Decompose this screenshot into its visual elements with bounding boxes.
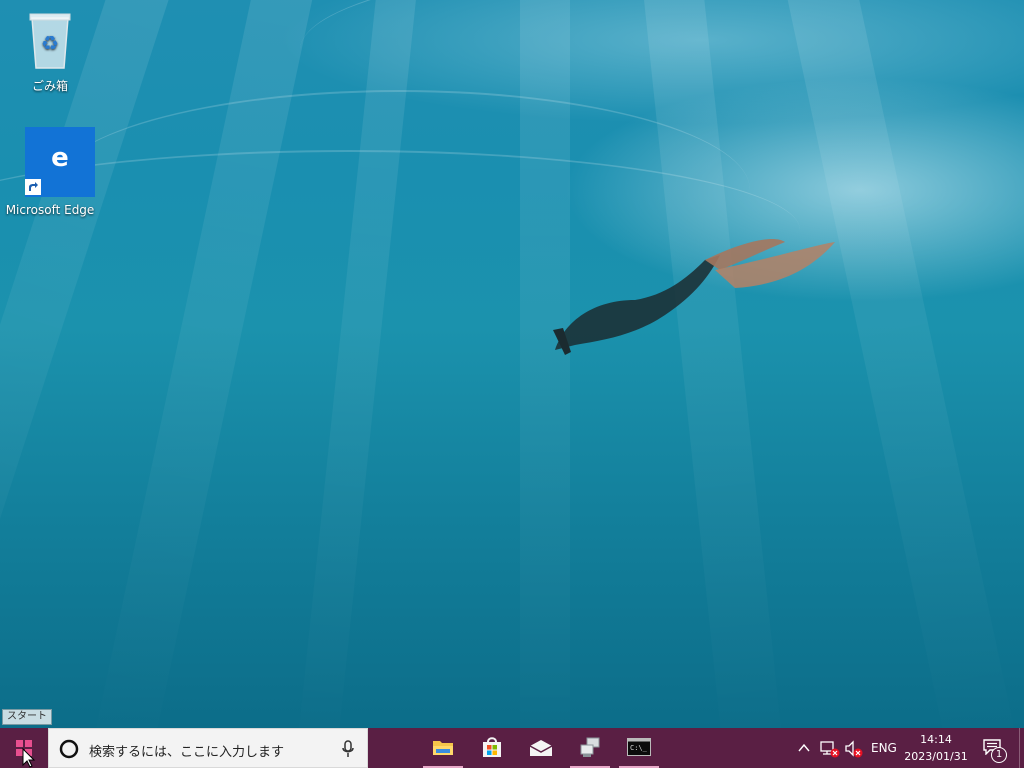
clock-date: 2023/01/31 [904,750,968,763]
edge-icon: e [51,143,69,173]
svg-text:C:\_: C:\_ [630,744,648,752]
store-icon [483,737,501,757]
mail-icon [529,740,553,756]
start-button[interactable] [0,728,48,768]
desktop-icon-microsoft-edge[interactable]: e Microsoft Edge [5,127,95,217]
desktop-wallpaper [0,0,1024,728]
taskbar-app-mail[interactable] [521,728,561,768]
clock[interactable]: 14:14 2023/01/31 [904,731,968,765]
terminal-icon: C:\_ [627,738,651,756]
mouse-cursor-icon [22,748,36,768]
desktop-icon-recycle-bin[interactable]: ♻ ごみ箱 [5,8,95,94]
volume-muted-icon[interactable] [844,740,864,758]
taskbar-app-network[interactable] [570,728,610,768]
chevron-up-icon[interactable] [798,743,810,753]
search-box[interactable]: 検索するには、ここに入力します [48,728,368,768]
taskbar-app-command-prompt[interactable]: C:\_ [619,728,659,768]
search-placeholder: 検索するには、ここに入力します [89,745,285,760]
shortcut-arrow-icon [25,179,41,195]
taskbar-app-microsoft-store[interactable] [472,728,512,768]
folder-icon [433,741,453,755]
action-center-button[interactable]: 1 [976,728,1010,768]
network-computers-icon [580,737,600,757]
taskbar: 検索するには、ここに入力します C:\_ ENG 14:14 2023/01/3… [0,728,1024,768]
microphone-icon[interactable] [342,740,354,758]
cortana-icon [59,739,79,759]
language-indicator[interactable]: ENG [871,741,897,755]
desktop-icon-label: ごみ箱 [31,79,68,93]
clock-time: 14:14 [920,733,952,746]
desktop-icon-label: Microsoft Edge [5,203,95,217]
diver-silhouette [553,239,835,355]
recycle-bin-icon: ♻ [29,13,71,69]
network-disconnected-icon[interactable] [820,740,840,758]
show-desktop-button[interactable] [1019,728,1024,768]
start-tooltip: スタート [2,709,52,725]
svg-text:♻: ♻ [41,31,59,55]
notification-badge: 1 [991,747,1007,763]
taskbar-app-file-explorer[interactable] [423,728,463,768]
